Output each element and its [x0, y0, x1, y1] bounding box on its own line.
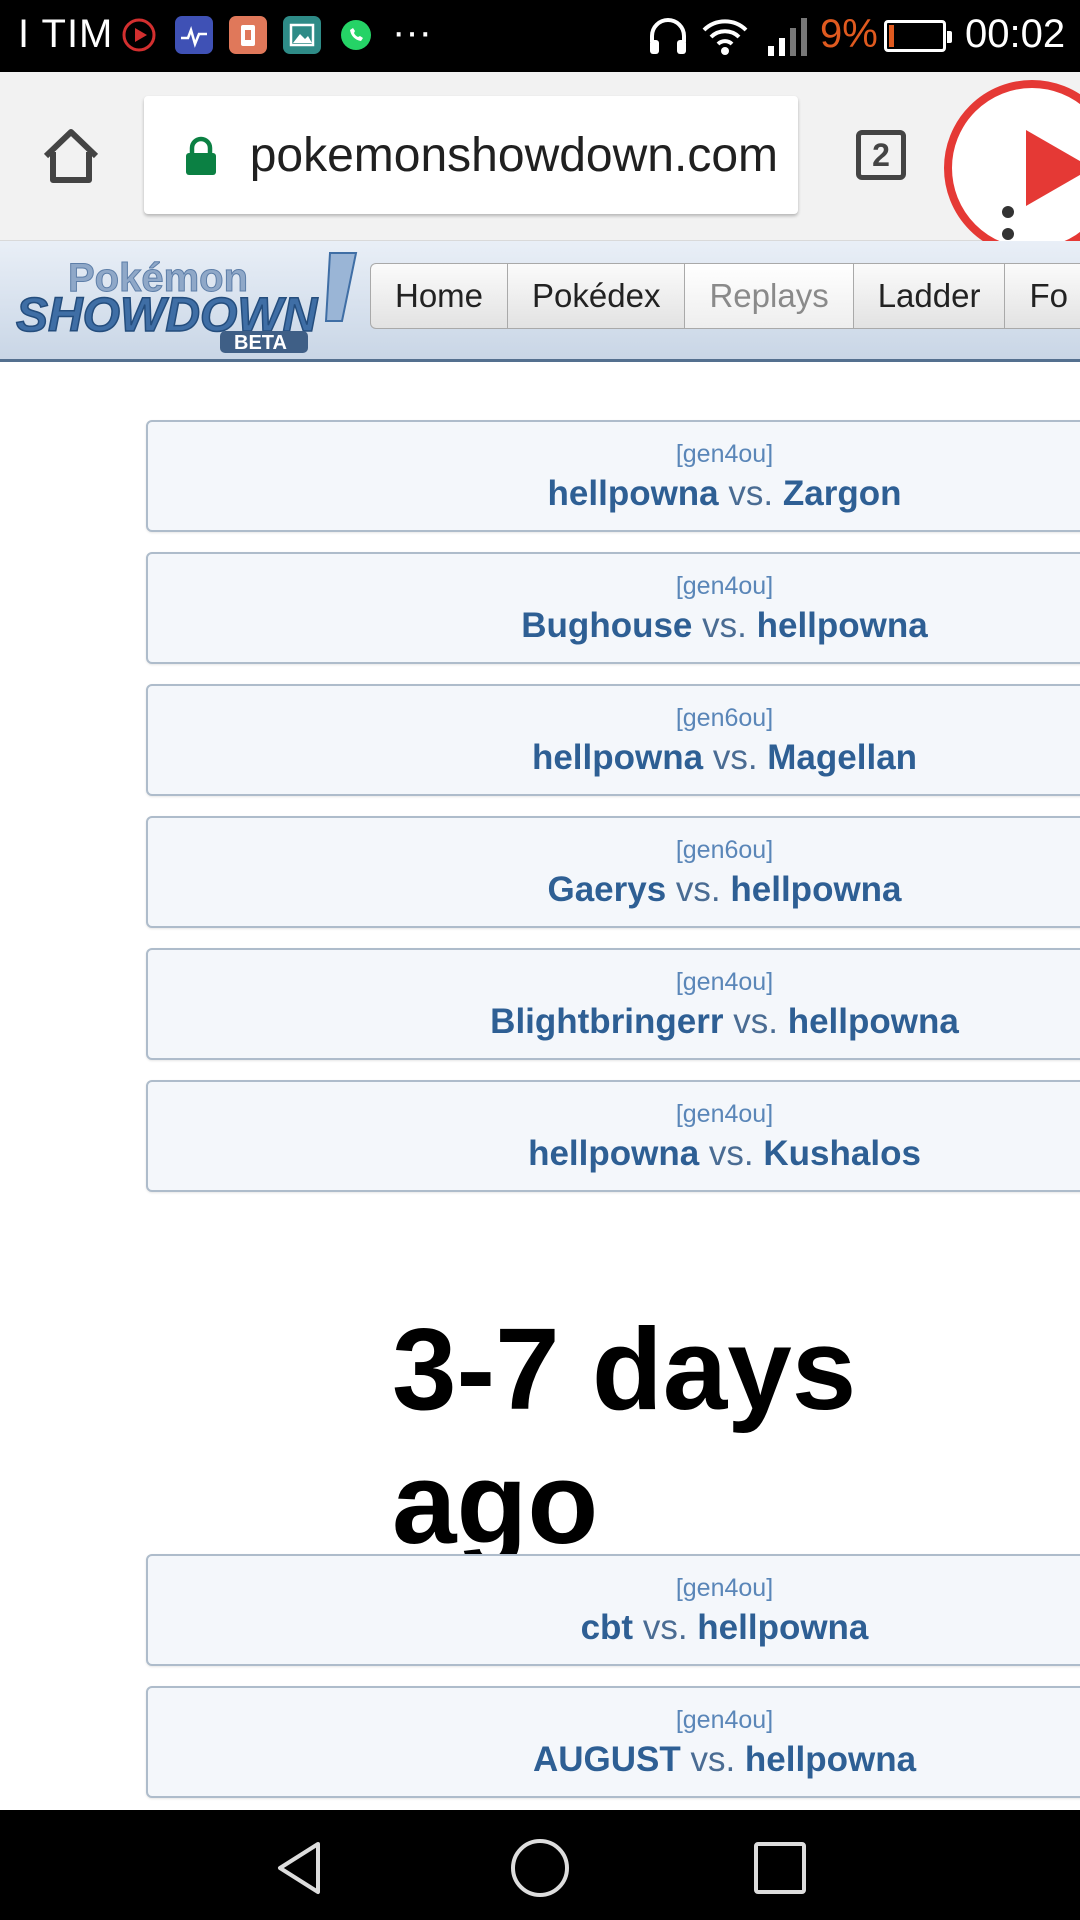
recents-icon[interactable]	[752, 1840, 808, 1896]
player-two: Magellan	[767, 738, 918, 777]
player-one: AUGUST	[532, 1740, 681, 1779]
wifi-icon	[700, 14, 750, 58]
replay-item[interactable]: [gen6ou] hellpowna vs. Magellan	[146, 684, 1080, 796]
lock-icon	[184, 136, 218, 176]
format-label: [gen4ou]	[675, 968, 774, 996]
clipboard-icon	[229, 16, 267, 54]
format-label: [gen4ou]	[675, 1706, 774, 1734]
replay-item[interactable]: [gen4ou] Bughouse vs. hellpowna	[146, 552, 1080, 664]
clock: 00:02	[965, 12, 1066, 56]
player-two: hellpowna	[697, 1608, 869, 1647]
format-label: [gen6ou]	[675, 836, 774, 864]
nav-ladder[interactable]: Ladder	[852, 263, 1005, 329]
replay-item[interactable]: [gen4ou] hellpowna vs. Zargon	[146, 420, 1080, 532]
replay-item[interactable]: [gen4ou] Blightbringerr vs. hellpowna	[146, 948, 1080, 1060]
player-two: hellpowna	[744, 1740, 917, 1779]
versus-label: vs.	[733, 1002, 778, 1041]
replay-list: [gen4ou] hellpowna vs. Zargon [gen4ou] B…	[0, 362, 1080, 1810]
showdown-logo[interactable]: Pokémon SHOWDOWN BETA	[12, 245, 362, 355]
section-heading: 3-7 days ago	[392, 1304, 857, 1568]
home-circle-icon[interactable]	[508, 1836, 572, 1900]
versus-label: vs.	[728, 474, 774, 513]
replay-item[interactable]: [gen4ou] cbt vs. hellpowna	[146, 1554, 1080, 1666]
player-two: hellpowna	[730, 870, 902, 909]
format-label: [gen4ou]	[675, 1100, 774, 1128]
players: hellpowna vs. Zargon	[148, 474, 1080, 514]
versus-label: vs.	[690, 1740, 736, 1779]
more-notifications-icon: ···	[392, 10, 432, 54]
player-one: hellpowna	[547, 474, 719, 513]
home-icon[interactable]	[36, 122, 106, 192]
player-one: cbt	[580, 1608, 634, 1647]
tab-switcher-button[interactable]: 2	[856, 130, 906, 180]
players: hellpowna vs. Magellan	[148, 738, 1080, 778]
site-nav: Home Pokédex Replays Ladder Fo	[370, 263, 1080, 333]
replay-item[interactable]: [gen4ou] AUGUST vs. hellpowna	[146, 1686, 1080, 1798]
players: AUGUST vs. hellpowna	[148, 1740, 1080, 1780]
battery-percent: 9%	[820, 12, 878, 56]
player-two: hellpowna	[787, 1002, 959, 1041]
player-one: hellpowna	[531, 738, 704, 777]
player-two: hellpowna	[756, 606, 928, 645]
nav-pokedex[interactable]: Pokédex	[507, 263, 685, 329]
site-header: Pokémon SHOWDOWN BETA Home Pokédex Repla…	[0, 241, 1080, 362]
versus-label: vs.	[702, 606, 747, 645]
player-one: Bughouse	[521, 606, 693, 645]
player-two: Zargon	[782, 474, 902, 513]
format-label: [gen4ou]	[675, 1574, 774, 1602]
player-one: hellpowna	[528, 1134, 700, 1173]
format-label: [gen4ou]	[675, 440, 774, 468]
battery-icon	[884, 20, 952, 52]
players: Bughouse vs. hellpowna	[148, 606, 1080, 646]
players: Blightbringerr vs. hellpowna	[148, 1002, 1080, 1042]
format-label: [gen6ou]	[675, 704, 774, 732]
versus-label: vs.	[708, 1134, 754, 1173]
back-icon[interactable]	[270, 1838, 330, 1898]
format-label: [gen4ou]	[675, 572, 774, 600]
versus-label: vs.	[675, 870, 721, 909]
headphones-icon	[646, 14, 690, 58]
nav-forum[interactable]: Fo	[1004, 263, 1080, 329]
nav-home[interactable]: Home	[370, 263, 508, 329]
url-text: pokemonshowdown.com	[250, 129, 778, 182]
status-bar: I TIM ··· 9% 00:02	[0, 0, 1080, 72]
whatsapp-icon	[337, 16, 375, 54]
youtube-icon	[120, 16, 158, 54]
player-one: Gaerys	[547, 870, 667, 909]
carrier-label: I TIM	[18, 12, 114, 56]
gallery-icon	[283, 16, 321, 54]
player-two: Kushalos	[763, 1134, 921, 1173]
browser-toolbar: pokemonshowdown.com 2	[0, 72, 1080, 256]
signal-icon	[766, 14, 814, 58]
system-nav-bar	[0, 1810, 1080, 1920]
players: hellpowna vs. Kushalos	[148, 1134, 1080, 1174]
versus-label: vs.	[642, 1608, 688, 1647]
replay-item[interactable]: [gen4ou] hellpowna vs. Kushalos	[146, 1080, 1080, 1192]
versus-label: vs.	[712, 738, 758, 777]
svg-text:BETA: BETA	[234, 332, 287, 354]
nav-replays[interactable]: Replays	[684, 263, 853, 329]
health-icon	[175, 16, 213, 54]
player-one: Blightbringerr	[490, 1002, 724, 1041]
players: Gaerys vs. hellpowna	[148, 870, 1080, 910]
replay-item[interactable]: [gen6ou] Gaerys vs. hellpowna	[146, 816, 1080, 928]
players: cbt vs. hellpowna	[148, 1608, 1080, 1648]
address-bar[interactable]: pokemonshowdown.com	[144, 96, 798, 214]
